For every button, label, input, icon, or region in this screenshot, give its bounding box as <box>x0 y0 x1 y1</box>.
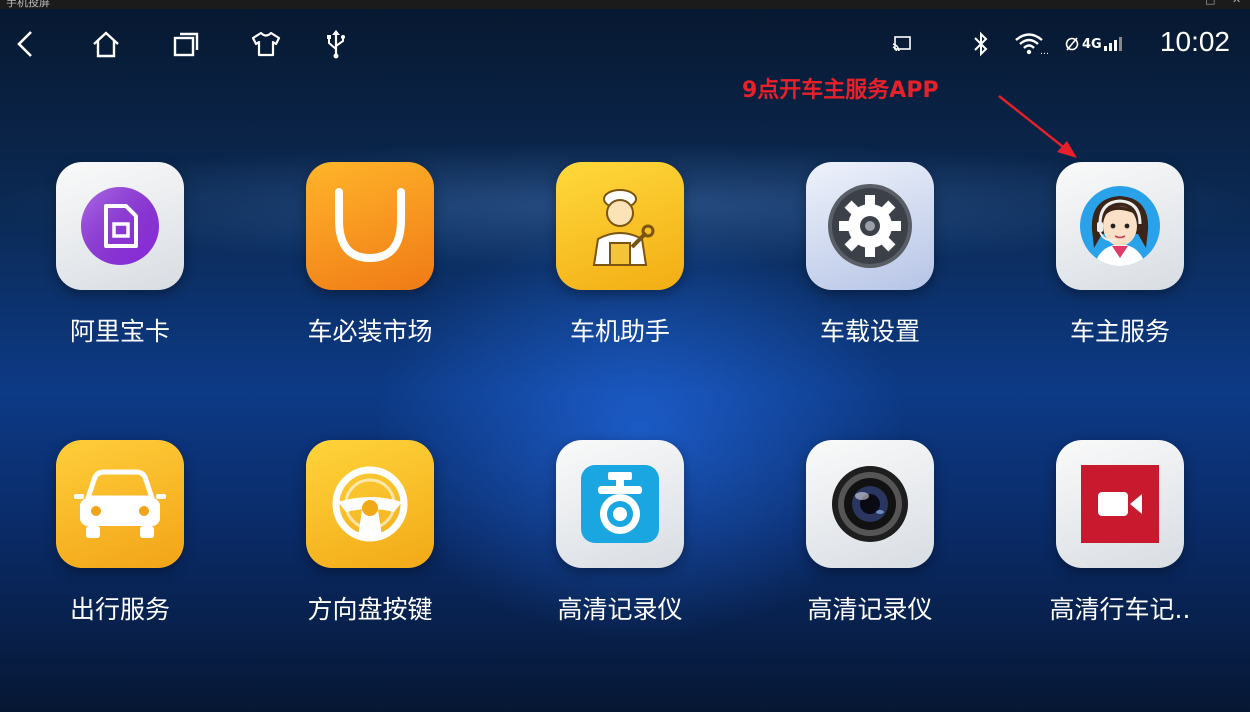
camera-lens-icon <box>806 440 934 568</box>
usb-icon <box>327 30 345 59</box>
annotation-text: 9点开车主服务APP <box>742 78 939 103</box>
app-label: 高清记录仪 <box>807 595 933 624</box>
app-hd-driving-recorder[interactable]: 高清行车记.. <box>1020 440 1220 660</box>
network-type-label: 4G <box>1082 36 1102 52</box>
app-label: 阿里宝卡 <box>69 317 170 346</box>
window-title: 手机投屏 <box>6 0 50 9</box>
app-label: 高清行车记.. <box>1049 595 1191 624</box>
mobile-signal-icon: 4G <box>1064 28 1124 60</box>
steering-wheel-icon <box>306 440 434 568</box>
clock: 10:02 <box>1159 26 1230 57</box>
dashcam-icon <box>556 440 684 568</box>
app-label: 车载设置 <box>819 317 920 346</box>
app-label: 出行服务 <box>69 595 170 624</box>
skin-button[interactable] <box>246 24 286 64</box>
app-label: 车机助手 <box>569 317 670 346</box>
app-dashcam-2[interactable]: 高清记录仪 <box>770 440 970 660</box>
car-icon <box>56 440 184 568</box>
recents-button[interactable] <box>166 24 206 64</box>
app-car-settings[interactable]: 车载设置 <box>770 162 970 382</box>
usb-button[interactable] <box>316 24 356 64</box>
app-car-assistant[interactable]: 车机助手 <box>520 162 720 382</box>
app-label: 高清记录仪 <box>557 595 683 624</box>
alibao-card-icon <box>56 162 184 290</box>
shopping-bag-icon <box>306 162 434 290</box>
recents-icon <box>173 32 199 57</box>
app-car-market[interactable]: 车必装市场 <box>270 162 470 382</box>
customer-service-avatar-icon <box>1056 162 1184 290</box>
bluetooth-icon <box>972 28 990 60</box>
back-icon <box>17 31 32 57</box>
status-bar: … 4G 10:02 <box>0 14 1250 70</box>
window-title-bar: 手机投屏 □ ✕ <box>0 0 1250 9</box>
maximize-icon[interactable]: □ <box>1205 0 1215 6</box>
app-alibao-card[interactable]: 阿里宝卡 <box>20 162 220 382</box>
app-label: 方向盘按键 <box>307 595 433 624</box>
shirt-icon <box>251 31 281 57</box>
app-label: 车主服务 <box>1069 317 1170 346</box>
app-dashcam-1[interactable]: 高清记录仪 <box>520 440 720 660</box>
video-camera-icon <box>1056 440 1184 568</box>
close-icon[interactable]: ✕ <box>1232 0 1241 6</box>
svg-text:…: … <box>1040 47 1048 56</box>
settings-gear-icon <box>806 162 934 290</box>
home-button[interactable] <box>86 24 126 64</box>
home-icon <box>93 31 119 58</box>
app-label: 车必装市场 <box>307 317 433 346</box>
wifi-icon: … <box>1014 28 1048 60</box>
cast-icon <box>892 28 912 60</box>
annotation-arrow <box>998 95 1077 158</box>
app-travel-service[interactable]: 出行服务 <box>20 440 220 660</box>
mechanic-icon <box>556 162 684 290</box>
app-steering-wheel-keys[interactable]: 方向盘按键 <box>270 440 470 660</box>
back-button[interactable] <box>6 24 46 64</box>
app-owner-service[interactable]: 车主服务 <box>1020 162 1220 382</box>
